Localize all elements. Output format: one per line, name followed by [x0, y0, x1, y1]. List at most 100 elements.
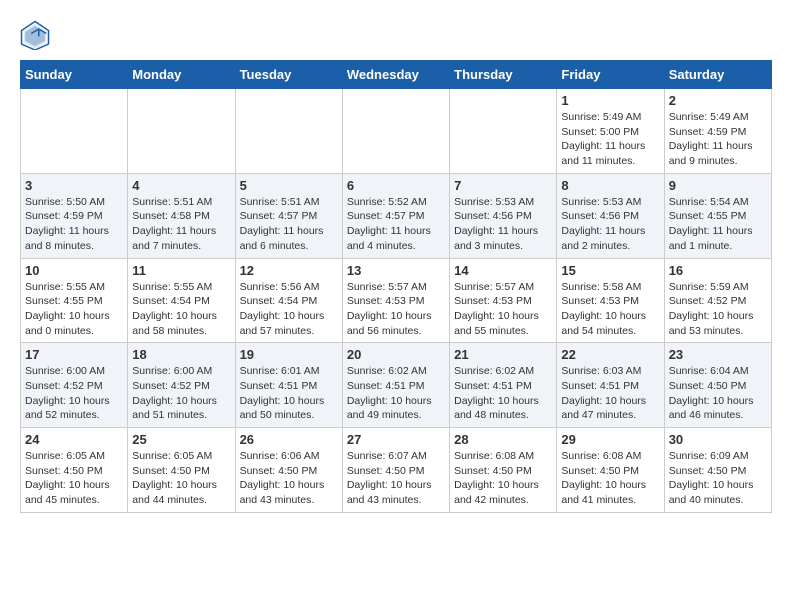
calendar-cell: [21, 89, 128, 174]
day-number: 7: [454, 178, 552, 193]
calendar-cell: [128, 89, 235, 174]
day-number: 20: [347, 347, 445, 362]
day-info: Sunrise: 5:49 AMSunset: 4:59 PMDaylight:…: [669, 110, 767, 169]
day-number: 11: [132, 263, 230, 278]
day-number: 1: [561, 93, 659, 108]
day-number: 3: [25, 178, 123, 193]
weekday-header-friday: Friday: [557, 61, 664, 89]
week-row-5: 24 Sunrise: 6:05 AMSunset: 4:50 PMDayligh…: [21, 428, 772, 513]
calendar-cell: 9 Sunrise: 5:54 AMSunset: 4:55 PMDaylight…: [664, 173, 771, 258]
calendar-cell: [450, 89, 557, 174]
calendar-cell: 27 Sunrise: 6:07 AMSunset: 4:50 PMDayligh…: [342, 428, 449, 513]
day-info: Sunrise: 6:05 AMSunset: 4:50 PMDaylight:…: [132, 449, 230, 508]
calendar-cell: 18Sunrise: 6:00 AMSunset: 4:52 PMDayligh…: [128, 343, 235, 428]
calendar-cell: 11 Sunrise: 5:55 AMSunset: 4:54 PMDayligh…: [128, 258, 235, 343]
day-info: Sunrise: 6:07 AMSunset: 4:50 PMDaylight:…: [347, 449, 445, 508]
calendar-cell: 4 Sunrise: 5:51 AMSunset: 4:58 PMDaylight…: [128, 173, 235, 258]
day-info: Sunrise: 5:53 AMSunset: 4:56 PMDaylight:…: [561, 195, 659, 254]
day-number: 9: [669, 178, 767, 193]
weekday-header-thursday: Thursday: [450, 61, 557, 89]
day-info: Sunrise: 5:52 AMSunset: 4:57 PMDaylight:…: [347, 195, 445, 254]
weekday-header-sunday: Sunday: [21, 61, 128, 89]
calendar-header-row: SundayMondayTuesdayWednesdayThursdayFrid…: [21, 61, 772, 89]
day-number: 25: [132, 432, 230, 447]
day-number: 4: [132, 178, 230, 193]
calendar-cell: 13 Sunrise: 5:57 AMSunset: 4:53 PMDayligh…: [342, 258, 449, 343]
calendar-cell: 3 Sunrise: 5:50 AMSunset: 4:59 PMDaylight…: [21, 173, 128, 258]
calendar-cell: 28 Sunrise: 6:08 AMSunset: 4:50 PMDayligh…: [450, 428, 557, 513]
day-info: Sunrise: 6:08 AMSunset: 4:50 PMDaylight:…: [561, 449, 659, 508]
calendar-cell: 22 Sunrise: 6:03 AMSunset: 4:51 PMDayligh…: [557, 343, 664, 428]
weekday-header-saturday: Saturday: [664, 61, 771, 89]
logo-icon: [20, 20, 50, 50]
day-info: Sunrise: 6:00 AMSunset: 4:52 PMDaylight:…: [25, 364, 123, 423]
day-info: Sunrise: 5:50 AMSunset: 4:59 PMDaylight:…: [25, 195, 123, 254]
day-info: Sunrise: 6:06 AMSunset: 4:50 PMDaylight:…: [240, 449, 338, 508]
calendar-cell: 15 Sunrise: 5:58 AMSunset: 4:53 PMDayligh…: [557, 258, 664, 343]
calendar-cell: 6 Sunrise: 5:52 AMSunset: 4:57 PMDaylight…: [342, 173, 449, 258]
day-info: Sunrise: 5:51 AMSunset: 4:58 PMDaylight:…: [132, 195, 230, 254]
day-info: Sunrise: 5:59 AMSunset: 4:52 PMDaylight:…: [669, 280, 767, 339]
day-info: Sunrise: 5:49 AMSunset: 5:00 PMDaylight:…: [561, 110, 659, 169]
day-info: Sunrise: 6:03 AMSunset: 4:51 PMDaylight:…: [561, 364, 659, 423]
week-row-4: 17 Sunrise: 6:00 AMSunset: 4:52 PMDayligh…: [21, 343, 772, 428]
calendar-cell: 7 Sunrise: 5:53 AMSunset: 4:56 PMDaylight…: [450, 173, 557, 258]
calendar-cell: 17 Sunrise: 6:00 AMSunset: 4:52 PMDayligh…: [21, 343, 128, 428]
day-info: Sunrise: 5:57 AMSunset: 4:53 PMDaylight:…: [347, 280, 445, 339]
day-info: Sunrise: 6:02 AMSunset: 4:51 PMDaylight:…: [454, 364, 552, 423]
day-number: 26: [240, 432, 338, 447]
day-number: 27: [347, 432, 445, 447]
day-info: Sunrise: 6:01 AMSunset: 4:51 PMDaylight:…: [240, 364, 338, 423]
day-number: 29: [561, 432, 659, 447]
calendar-cell: 1 Sunrise: 5:49 AMSunset: 5:00 PMDaylight…: [557, 89, 664, 174]
day-info: Sunrise: 5:58 AMSunset: 4:53 PMDaylight:…: [561, 280, 659, 339]
day-number: 6: [347, 178, 445, 193]
calendar-cell: 19 Sunrise: 6:01 AMSunset: 4:51 PMDayligh…: [235, 343, 342, 428]
day-info: Sunrise: 6:04 AMSunset: 4:50 PMDaylight:…: [669, 364, 767, 423]
day-number: 21: [454, 347, 552, 362]
day-info: Sunrise: 6:09 AMSunset: 4:50 PMDaylight:…: [669, 449, 767, 508]
calendar-cell: 21 Sunrise: 6:02 AMSunset: 4:51 PMDayligh…: [450, 343, 557, 428]
day-info: Sunrise: 6:05 AMSunset: 4:50 PMDaylight:…: [25, 449, 123, 508]
calendar-cell: 10 Sunrise: 5:55 AMSunset: 4:55 PMDayligh…: [21, 258, 128, 343]
calendar-cell: 20 Sunrise: 6:02 AMSunset: 4:51 PMDayligh…: [342, 343, 449, 428]
calendar-cell: [342, 89, 449, 174]
day-number: 10: [25, 263, 123, 278]
weekday-header-wednesday: Wednesday: [342, 61, 449, 89]
day-number: 24: [25, 432, 123, 447]
calendar-cell: 2Sunrise: 5:49 AMSunset: 4:59 PMDaylight…: [664, 89, 771, 174]
day-number: 15: [561, 263, 659, 278]
day-number: 17: [25, 347, 123, 362]
day-info: Sunrise: 5:53 AMSunset: 4:56 PMDaylight:…: [454, 195, 552, 254]
day-info: Sunrise: 5:51 AMSunset: 4:57 PMDaylight:…: [240, 195, 338, 254]
weekday-header-monday: Monday: [128, 61, 235, 89]
day-number: 23: [669, 347, 767, 362]
day-info: Sunrise: 6:08 AMSunset: 4:50 PMDaylight:…: [454, 449, 552, 508]
day-number: 30: [669, 432, 767, 447]
day-number: 14: [454, 263, 552, 278]
day-info: Sunrise: 5:54 AMSunset: 4:55 PMDaylight:…: [669, 195, 767, 254]
calendar-cell: 8 Sunrise: 5:53 AMSunset: 4:56 PMDaylight…: [557, 173, 664, 258]
day-number: 28: [454, 432, 552, 447]
day-info: Sunrise: 6:02 AMSunset: 4:51 PMDaylight:…: [347, 364, 445, 423]
week-row-2: 3 Sunrise: 5:50 AMSunset: 4:59 PMDaylight…: [21, 173, 772, 258]
calendar-cell: 29 Sunrise: 6:08 AMSunset: 4:50 PMDayligh…: [557, 428, 664, 513]
week-row-1: 1 Sunrise: 5:49 AMSunset: 5:00 PMDaylight…: [21, 89, 772, 174]
day-number: 22: [561, 347, 659, 362]
day-number: 19: [240, 347, 338, 362]
calendar-cell: 24 Sunrise: 6:05 AMSunset: 4:50 PMDayligh…: [21, 428, 128, 513]
calendar-cell: 25 Sunrise: 6:05 AMSunset: 4:50 PMDayligh…: [128, 428, 235, 513]
day-info: Sunrise: 5:55 AMSunset: 4:54 PMDaylight:…: [132, 280, 230, 339]
week-row-3: 10 Sunrise: 5:55 AMSunset: 4:55 PMDayligh…: [21, 258, 772, 343]
day-number: 16: [669, 263, 767, 278]
day-number: 13: [347, 263, 445, 278]
day-info: Sunrise: 5:57 AMSunset: 4:53 PMDaylight:…: [454, 280, 552, 339]
day-info: Sunrise: 5:55 AMSunset: 4:55 PMDaylight:…: [25, 280, 123, 339]
day-number: 5: [240, 178, 338, 193]
logo: [20, 20, 56, 50]
calendar-cell: 14 Sunrise: 5:57 AMSunset: 4:53 PMDayligh…: [450, 258, 557, 343]
day-info: Sunrise: 6:00 AMSunset: 4:52 PMDaylight:…: [132, 364, 230, 423]
weekday-header-tuesday: Tuesday: [235, 61, 342, 89]
day-number: 8: [561, 178, 659, 193]
calendar-cell: 12Sunrise: 5:56 AMSunset: 4:54 PMDayligh…: [235, 258, 342, 343]
